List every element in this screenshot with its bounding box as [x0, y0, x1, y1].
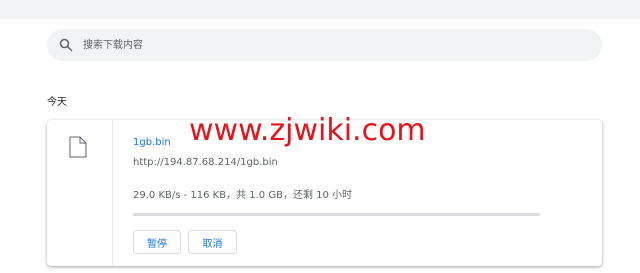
date-heading: 今天: [47, 97, 67, 108]
download-status: 29.0 KB/s - 116 KB，共 1.0 GB，还剩 10 小时: [133, 190, 353, 201]
pause-button[interactable]: 暂停: [133, 230, 181, 254]
search-bar[interactable]: [47, 29, 602, 61]
toolbar-strip: [0, 0, 640, 19]
progress-bar: [133, 213, 540, 216]
watermark-text: www.zjwiki.com: [189, 113, 426, 148]
search-icon: [59, 38, 73, 52]
file-icon: [69, 136, 87, 158]
cancel-button[interactable]: 取消: [188, 230, 237, 254]
search-input[interactable]: [83, 29, 583, 61]
file-name-link[interactable]: 1gb.bin: [133, 137, 171, 148]
file-icon-column: [47, 120, 113, 266]
file-url: http://194.87.68.214/1gb.bin: [133, 157, 278, 168]
